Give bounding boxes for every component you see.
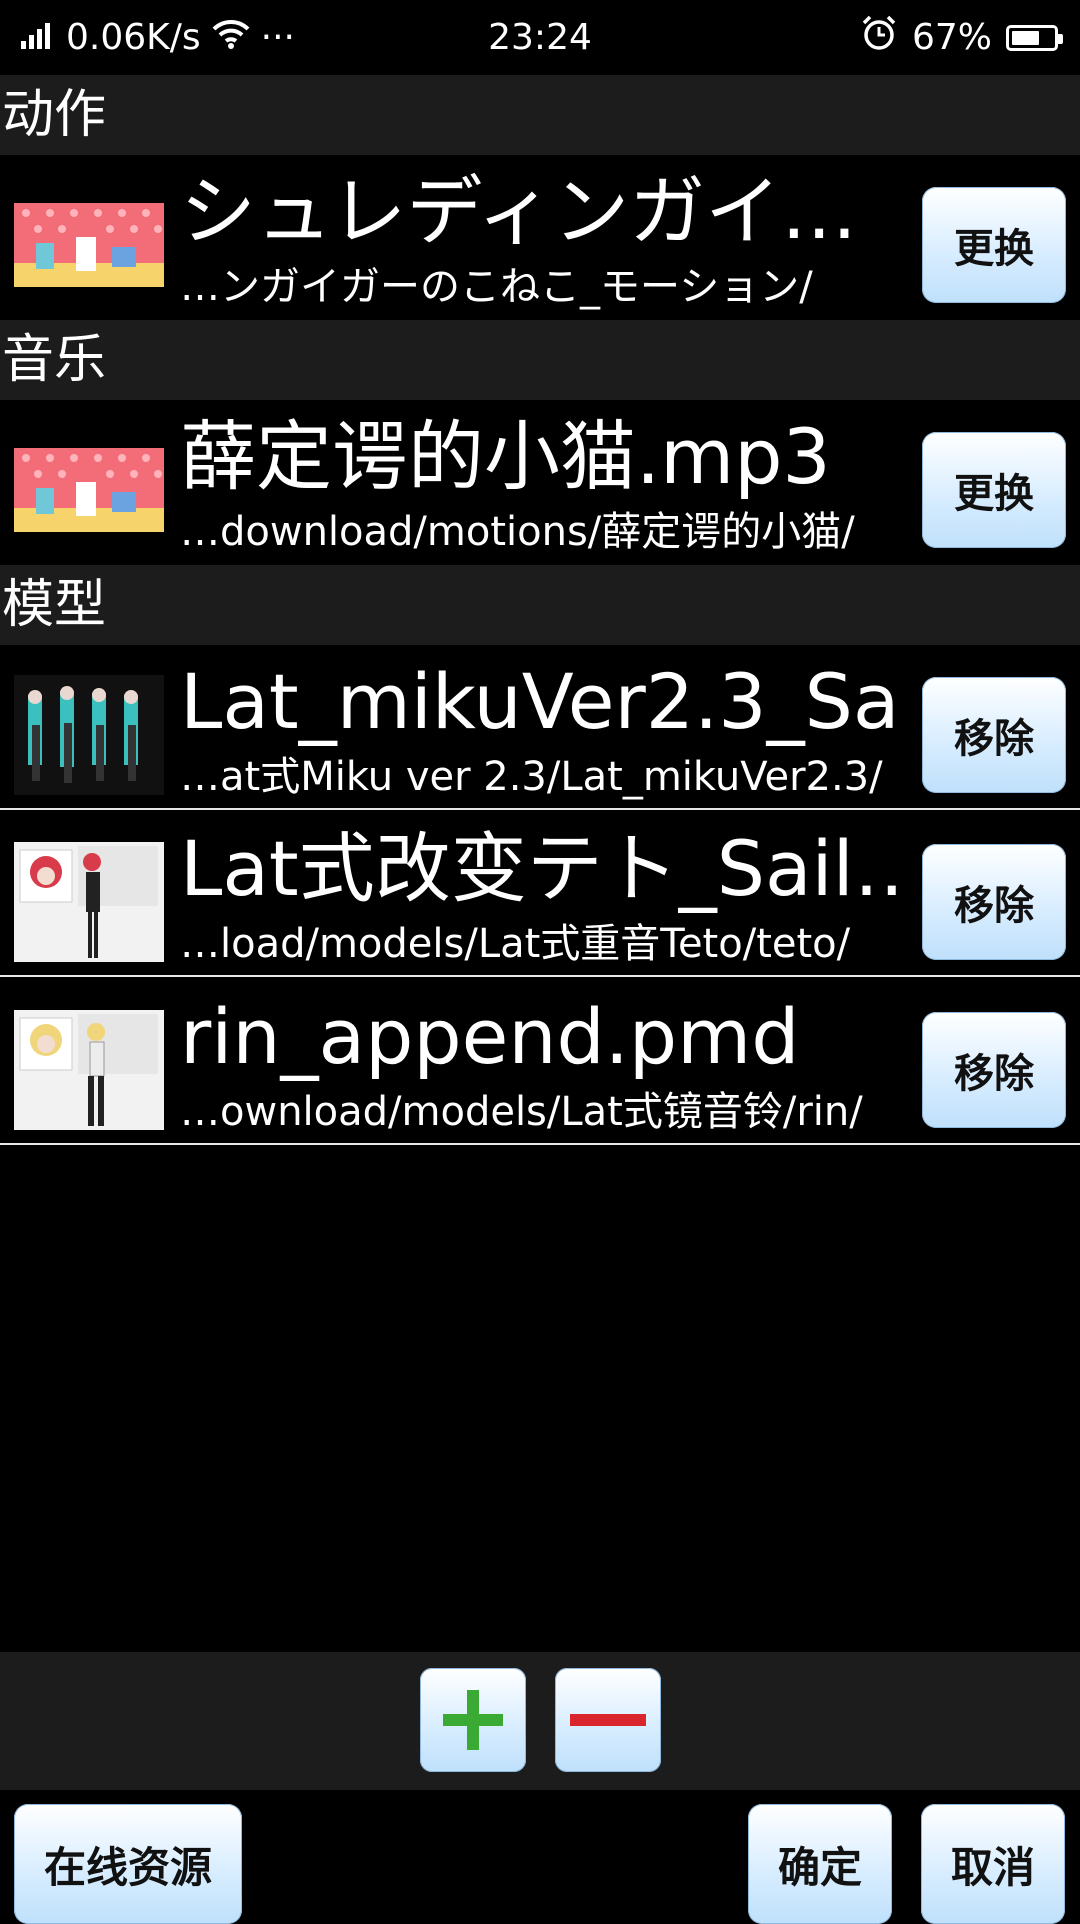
clock: 23:24 (488, 17, 592, 58)
music-title: 薛定谔的小猫.mp3 (180, 412, 831, 501)
battery-fill (1012, 30, 1039, 45)
replace-music-button[interactable]: 更换 (922, 432, 1066, 548)
battery-icon (1006, 24, 1063, 51)
model-item[interactable]: Lat式改变テト_Sail… …load/models/Lat式重音Teto/t… (0, 812, 1080, 977)
model-thumbnail-rin (14, 1010, 164, 1130)
model-thumbnail-miku (14, 675, 164, 795)
alarm-icon (860, 14, 898, 61)
model-item[interactable]: rin_append.pmd …ownload/models/Lat式镜音铃/r… (0, 980, 1080, 1145)
music-item[interactable]: 薛定谔的小猫.mp3 …download/motions/薛定谔的小猫/ 更换 (0, 400, 1080, 565)
section-header-music: 音乐 (0, 320, 1080, 400)
bottom-bar: 在线资源 确定 取消 (0, 1790, 1080, 1924)
model-title: rin_append.pmd (180, 992, 800, 1081)
model-path: …ownload/models/Lat式镜音铃/rin/ (180, 1089, 863, 1135)
online-resources-button[interactable]: 在线资源 (14, 1804, 242, 1924)
more-indicator: ··· (260, 17, 295, 58)
add-button[interactable] (420, 1668, 526, 1772)
cancel-button[interactable]: 取消 (921, 1804, 1065, 1924)
section-header-models: 模型 (0, 565, 1080, 645)
music-thumbnail (14, 448, 164, 532)
signal-icon (20, 17, 56, 58)
replace-motion-button[interactable]: 更换 (922, 187, 1066, 303)
add-remove-bar (0, 1652, 1080, 1790)
music-path: …download/motions/薛定谔的小猫/ (180, 509, 855, 555)
motion-path: …ンガイガーのこねこ_モーション/ (180, 264, 813, 310)
plus-icon (443, 1690, 503, 1750)
model-thumbnail-teto (14, 842, 164, 962)
remove-model-button[interactable]: 移除 (922, 1012, 1066, 1128)
model-title: Lat式改变テト_Sail… (180, 824, 900, 913)
model-path: …at式Miku ver 2.3/Lat_mikuVer2.3/ (180, 754, 883, 800)
motion-item[interactable]: シュレディンガイ… …ンガイガーのこねこ_モーション/ 更换 (0, 155, 1080, 320)
battery-percent: 67% (911, 17, 992, 58)
status-bar: 0.06K/s ··· 23:24 67% (0, 0, 1080, 75)
wifi-icon (211, 17, 251, 58)
model-title: Lat_mikuVer2.3_Sa… (180, 657, 900, 746)
minus-icon (570, 1714, 646, 1726)
section-header-motion: 动作 (0, 75, 1080, 155)
remove-model-button[interactable]: 移除 (922, 844, 1066, 960)
model-item[interactable]: Lat_mikuVer2.3_Sa… …at式Miku ver 2.3/Lat_… (0, 645, 1080, 810)
motion-thumbnail (14, 203, 164, 287)
model-path: …load/models/Lat式重音Teto/teto/ (180, 921, 851, 967)
confirm-button[interactable]: 确定 (748, 1804, 892, 1924)
net-speed: 0.06K/s (66, 17, 201, 58)
remove-button[interactable] (555, 1668, 661, 1772)
status-left: 0.06K/s ··· (20, 0, 295, 75)
remove-model-button[interactable]: 移除 (922, 677, 1066, 793)
motion-title: シュレディンガイ… (180, 167, 858, 256)
status-right: 67% (860, 0, 1063, 75)
